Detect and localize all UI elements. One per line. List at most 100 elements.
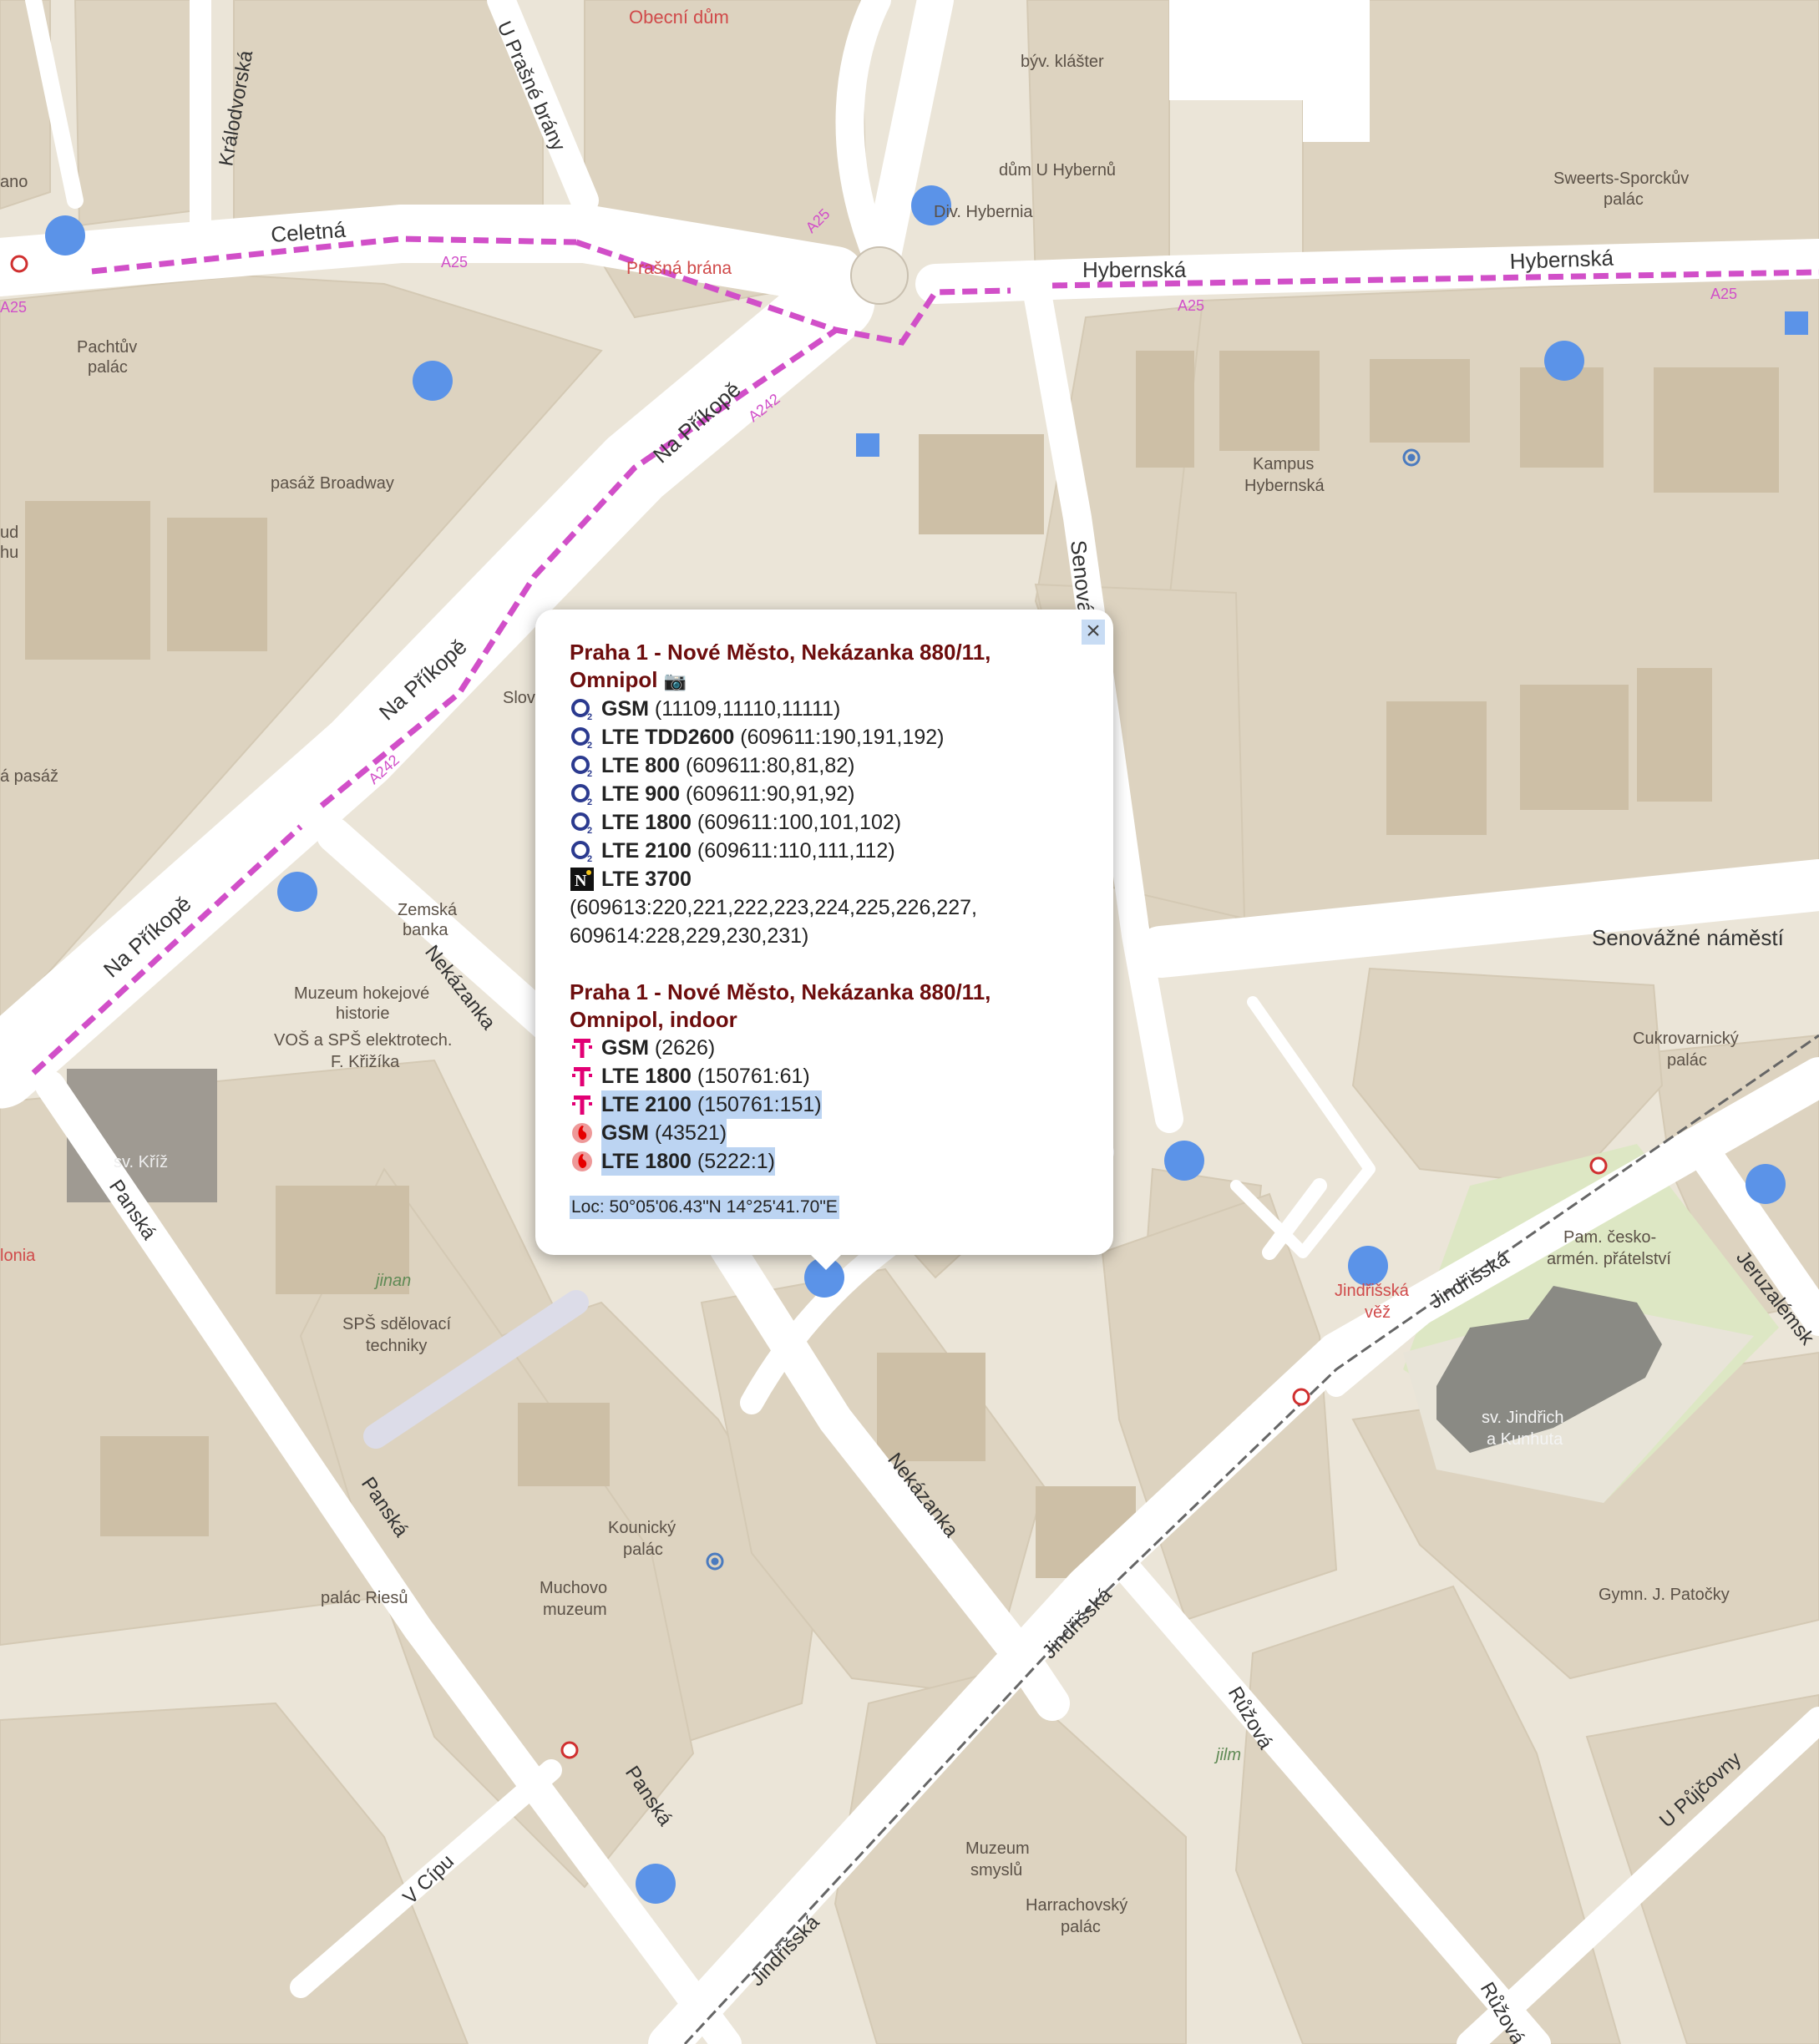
network-row: LTE 1800 (5222:1) [570,1147,1088,1176]
tech-label: LTE 1800 [601,1150,692,1173]
label-vos-sps: VOŠ a SPŠ elektrotech. [274,1030,452,1050]
o2-logo-icon: 2 [570,725,595,750]
label-pam-cesko: Pam. česko- [1563,1228,1656,1247]
label-cukrovarnicky-palac: palác [1667,1051,1707,1070]
label-jilm: jilm [1214,1746,1241,1764]
o2-logo-icon: 2 [570,753,595,778]
o2-logo-icon: 2 [570,782,595,807]
label-gymn-patocky: Gymn. J. Patočky [1599,1586,1730,1604]
o2-logo-icon: 2 [570,838,595,863]
t-mobile-icon [570,1064,595,1089]
cell-ids: (609611:80,81,82) [685,754,855,777]
network-row: 2 LTE TDD2600 (609611:190,191,192) [570,723,1088,751]
network-row: 2 LTE 900 (609611:90,91,92) [570,780,1088,808]
svg-text:2: 2 [587,769,592,777]
tech-label: LTE TDD2600 [601,726,735,749]
label-prasna-brana: Prašná brána [626,259,732,278]
site2-title-line1: Praha 1 - Nové Město, Nekázanka 880/11, [570,979,991,1004]
roundabout [850,246,909,305]
cell-site-marker [1544,341,1584,381]
label-a-kunhuta: a Kunhuta [1487,1430,1563,1449]
nordic-ids-line2: 609614:228,229,230,231) [570,924,809,948]
network-row: LTE 1800 (150761:61) [570,1062,1088,1090]
label-ud: ud [0,524,18,542]
cell-ids: (43521) [654,1121,727,1145]
nordic-row: N LTE 3700 [570,865,1088,893]
cell-site-marker [636,1864,676,1904]
site1-title: Praha 1 - Nové Město, Nekázanka 880/11, … [570,639,1088,695]
cell-site-popup: × Praha 1 - Nové Město, Nekázanka 880/11… [535,610,1113,1255]
cell-site-marker [45,215,85,256]
label-dum-u-hybernu: dům U Hybernů [999,161,1116,180]
label-pachtuv: Pachtův [77,338,137,357]
cell-site-marker [1746,1164,1786,1204]
label-slov: Slov [503,689,535,707]
label-sweerts-palac: palác [1604,190,1644,209]
label-muzeum-hokejove: Muzeum hokejové [294,984,429,1003]
site1-rows: 2 GSM (11109,11110,11111) 2 LTE TDD2600 (60… [570,695,1088,865]
site1-title-line1: Praha 1 - Nové Město, Nekázanka 880/11, [570,640,991,665]
tech-label: GSM [601,697,649,721]
cell-ids: (150761:61) [697,1065,810,1088]
camera-icon[interactable]: 📷 [664,670,687,691]
label-kampus: Kampus [1253,455,1314,473]
site2-title-line2: Omnipol, indoor [570,1007,737,1032]
label-kounicky: Kounický [608,1519,676,1537]
tech-label: GSM [601,1121,649,1145]
tech-label: LTE 2100 [601,1093,692,1116]
t-mobile-icon [570,1092,595,1117]
label-byv-klaster: býv. klášter [1021,53,1104,71]
cell-ids: (609611:90,91,92) [685,782,855,806]
svg-text:2: 2 [587,826,592,834]
label-zemska-banka: banka [403,921,448,939]
label-muchovo: Muchovo [540,1579,607,1597]
label-jindrisska-vez: Jindřišská [1335,1282,1410,1300]
nordic-tech: LTE 3700 [601,868,692,891]
label-zemska: Zemská [398,901,458,919]
label-ano: ano [0,173,28,191]
label-harrachovsky: Harrachovský [1026,1896,1127,1915]
cell-site-square-marker [1785,311,1808,335]
label-cukrovarnicky: Cukrovarnický [1633,1030,1739,1048]
label-route-a25-5: A25 [0,299,27,316]
label-lonia: lonia [0,1247,36,1265]
location-coordinates: Loc: 50°05'06.43"N 14°25'41.70"E [570,1196,839,1219]
label-sps-sdelovaci: SPŠ sdělovací [342,1314,452,1333]
label-pasaz-broadway: pasáž Broadway [271,474,394,493]
tech-label: GSM [601,1036,649,1060]
label-jindrisska-vez-2: věž [1365,1303,1391,1322]
label-krizika: F. Křižíka [331,1053,400,1071]
site1-title-line2: Omnipol [570,667,658,692]
label-sweerts: Sweerts-Sporckův [1553,169,1689,188]
svg-text:2: 2 [587,797,592,806]
label-harrachovsky-palac: palác [1061,1918,1101,1936]
network-row: GSM (43521) [570,1119,1088,1147]
network-row: 2 GSM (11109,11110,11111) [570,695,1088,723]
svg-text:2: 2 [587,741,592,749]
cell-ids: (609611:100,101,102) [697,811,902,834]
label-palac-riesu: palác Riesů [321,1589,408,1607]
nordic-ids-line1: (609613:220,221,222,223,224,225,226,227, [570,896,977,919]
label-muzeum-smyslu: Muzeum [965,1839,1030,1858]
cell-site-marker [1348,1246,1388,1286]
svg-text:2: 2 [587,854,592,863]
cell-ids: (2626) [654,1036,716,1060]
label-historie: historie [336,1004,389,1023]
label-route-a25-1: A25 [441,254,468,271]
network-row: 2 LTE 1800 (609611:100,101,102) [570,808,1088,837]
cell-site-marker [1164,1141,1204,1181]
label-armen-pratelstvi: armén. přátelství [1547,1250,1671,1268]
label-kounicky-palac: palác [623,1541,663,1559]
popup-tip [808,1252,844,1270]
site2-rows: GSM (2626) LTE 1800 (150761:61) LTE 2100 (… [570,1034,1088,1176]
label-jinan: jinan [373,1272,411,1290]
label-hybernska-1: Hybernská [1082,257,1187,282]
label-smyslu: smyslů [970,1861,1022,1880]
o2-logo-icon: 2 [570,810,595,835]
site2-title: Praha 1 - Nové Město, Nekázanka 880/11, … [570,979,1088,1034]
cell-ids: (150761:151) [697,1093,822,1116]
network-row: LTE 2100 (150761:151) [570,1090,1088,1119]
network-row: GSM (2626) [570,1034,1088,1062]
label-kampus-hybernska: Hybernská [1244,477,1325,495]
close-icon[interactable]: × [1082,619,1105,645]
